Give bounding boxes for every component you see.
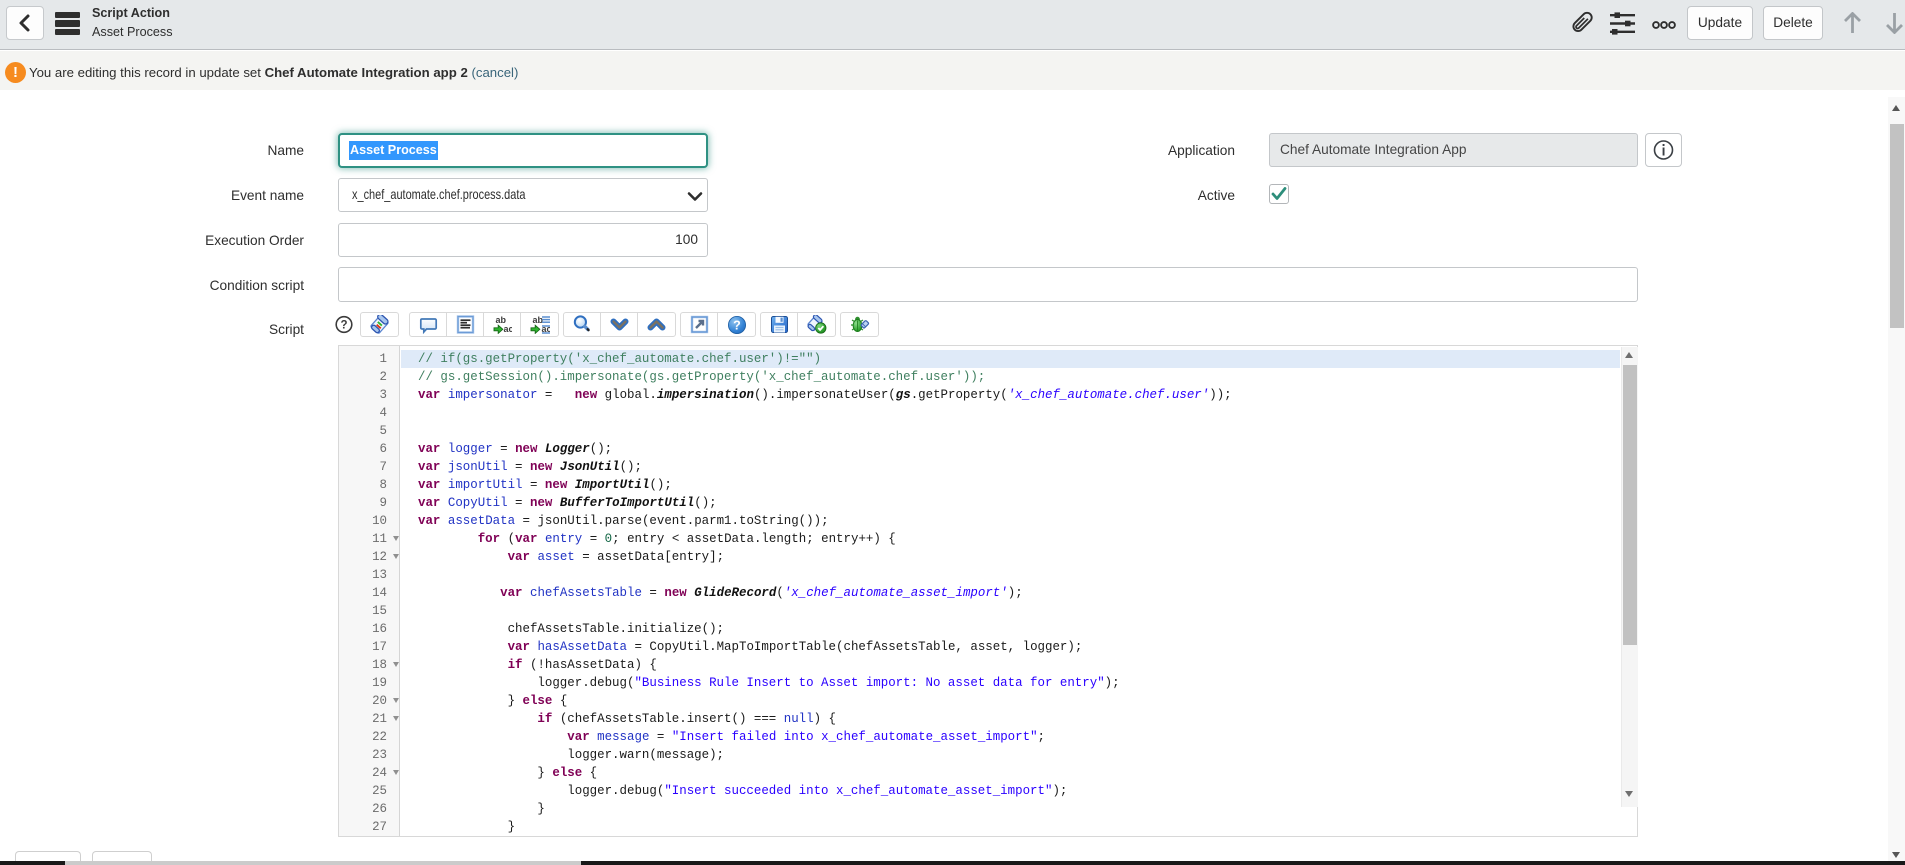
svg-text:?: ? xyxy=(340,320,347,332)
svg-text:ac: ac xyxy=(504,324,513,334)
svg-text:ac: ac xyxy=(541,324,550,334)
svg-text:?: ? xyxy=(733,318,741,332)
